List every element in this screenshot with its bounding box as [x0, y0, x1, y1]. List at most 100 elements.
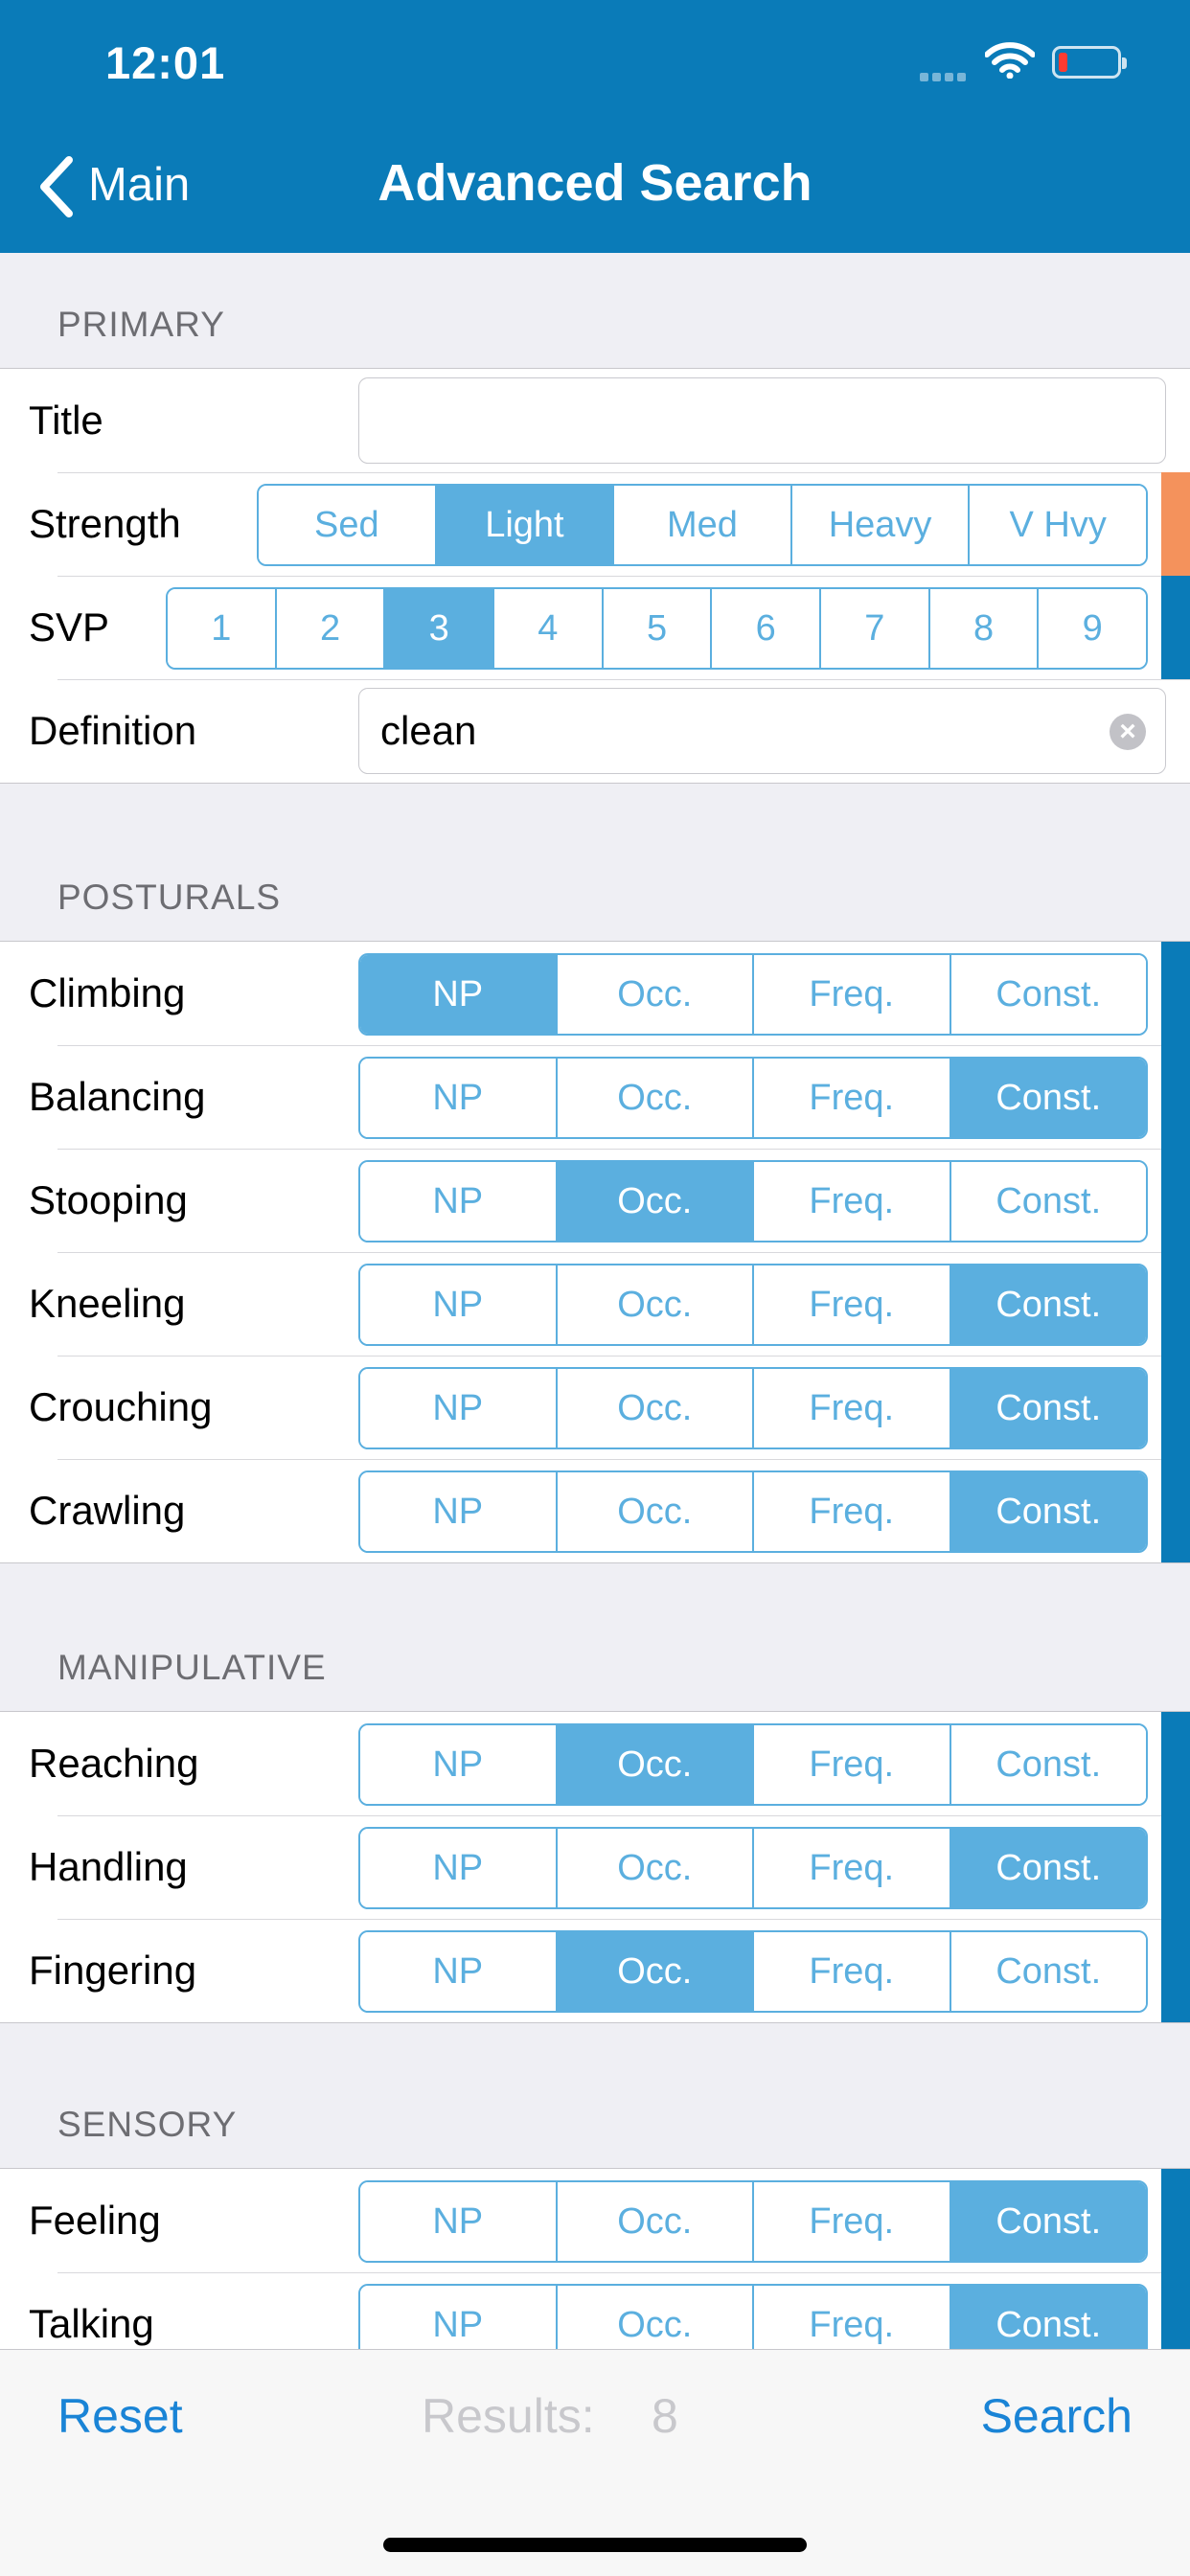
home-indicator — [383, 2538, 807, 2552]
search-button[interactable]: Search — [981, 2388, 1133, 2444]
definition-field[interactable]: clean × — [358, 688, 1166, 774]
cellular-signal-icon — [920, 69, 970, 86]
strength-label: Strength — [29, 501, 181, 546]
navigation-bar: 12:01 Main Advanced Search — [0, 0, 1190, 253]
balancing-option-np[interactable]: NP — [360, 1059, 556, 1137]
stooping-option-const[interactable]: Const. — [949, 1162, 1146, 1241]
definition-row: Definition clean × — [0, 679, 1190, 783]
strength-option-heavy[interactable]: Heavy — [790, 486, 969, 564]
balancing-frequency-control: NP Occ. Freq. Const. — [358, 1057, 1148, 1139]
handling-option-const[interactable]: Const. — [949, 1829, 1146, 1907]
kneeling-row: Kneeling NP Occ. Freq. Const. — [0, 1252, 1190, 1356]
balancing-option-const[interactable]: Const. — [949, 1059, 1146, 1137]
crawling-option-freq[interactable]: Freq. — [752, 1472, 950, 1551]
strength-option-sed[interactable]: Sed — [259, 486, 435, 564]
crouching-option-occ[interactable]: Occ. — [555, 1369, 752, 1448]
title-field[interactable] — [358, 377, 1166, 464]
reaching-accent-bar — [1161, 1712, 1190, 1815]
climbing-row: Climbing NP Occ. Freq. Const. — [0, 942, 1190, 1045]
balancing-option-freq[interactable]: Freq. — [752, 1059, 950, 1137]
strength-option-v-hvy[interactable]: V Hvy — [968, 486, 1146, 564]
title-label: Title — [29, 398, 103, 443]
kneeling-option-np[interactable]: NP — [360, 1265, 556, 1344]
svp-option-4[interactable]: 4 — [492, 589, 602, 668]
results-label: Results: — [422, 2389, 595, 2443]
kneeling-option-freq[interactable]: Freq. — [752, 1265, 950, 1344]
stooping-option-freq[interactable]: Freq. — [752, 1162, 950, 1241]
fingering-frequency-control: NP Occ. Freq. Const. — [358, 1930, 1148, 2013]
svp-option-5[interactable]: 5 — [601, 589, 711, 668]
climbing-accent-bar — [1161, 942, 1190, 1045]
kneeling-label: Kneeling — [29, 1281, 186, 1326]
clear-icon[interactable]: × — [1110, 714, 1146, 750]
svp-segmented-control: 123456789 — [166, 587, 1148, 670]
kneeling-option-occ[interactable]: Occ. — [555, 1265, 752, 1344]
climbing-option-freq[interactable]: Freq. — [752, 955, 950, 1034]
svp-option-7[interactable]: 7 — [819, 589, 928, 668]
climbing-frequency-control: NP Occ. Freq. Const. — [358, 953, 1148, 1036]
climbing-option-const[interactable]: Const. — [949, 955, 1146, 1034]
reaching-frequency-control: NP Occ. Freq. Const. — [358, 1723, 1148, 1806]
reaching-option-freq[interactable]: Freq. — [752, 1725, 950, 1804]
climbing-option-occ[interactable]: Occ. — [555, 955, 752, 1034]
crawling-frequency-control: NP Occ. Freq. Const. — [358, 1470, 1148, 1553]
strength-accent-bar — [1161, 472, 1190, 576]
balancing-row: Balancing NP Occ. Freq. Const. — [0, 1045, 1190, 1149]
feeling-accent-bar — [1161, 2169, 1190, 2272]
strength-row: Strength Sed Light Med Heavy V Hvy — [0, 472, 1190, 576]
crouching-option-const[interactable]: Const. — [949, 1369, 1146, 1448]
crawling-option-occ[interactable]: Occ. — [555, 1472, 752, 1551]
status-time: 12:01 — [105, 37, 226, 88]
stooping-option-occ[interactable]: Occ. — [555, 1162, 752, 1241]
svp-label: SVP — [29, 604, 110, 650]
svp-option-8[interactable]: 8 — [927, 589, 1038, 668]
strength-option-light[interactable]: Light — [434, 486, 613, 564]
definition-label: Definition — [29, 708, 197, 753]
sensory-group: Feeling NP Occ. Freq. Const. Talking NP Occ. Fre… — [0, 2168, 1190, 2377]
crawling-option-np[interactable]: NP — [360, 1472, 556, 1551]
kneeling-frequency-control: NP Occ. Freq. Const. — [358, 1264, 1148, 1346]
kneeling-accent-bar — [1161, 1252, 1190, 1356]
reaching-option-const[interactable]: Const. — [949, 1725, 1146, 1804]
crawling-label: Crawling — [29, 1488, 186, 1533]
crouching-option-freq[interactable]: Freq. — [752, 1369, 950, 1448]
handling-option-freq[interactable]: Freq. — [752, 1829, 950, 1907]
reaching-label: Reaching — [29, 1741, 199, 1786]
crouching-label: Crouching — [29, 1384, 213, 1429]
feeling-row: Feeling NP Occ. Freq. Const. — [0, 2169, 1190, 2272]
handling-option-np[interactable]: NP — [360, 1829, 556, 1907]
handling-option-occ[interactable]: Occ. — [555, 1829, 752, 1907]
reaching-option-np[interactable]: NP — [360, 1725, 556, 1804]
svp-option-1[interactable]: 1 — [168, 589, 275, 668]
balancing-option-occ[interactable]: Occ. — [555, 1059, 752, 1137]
svp-option-2[interactable]: 2 — [274, 589, 384, 668]
feeling-label: Feeling — [29, 2198, 161, 2243]
primary-group: Title Strength Sed Light Med Heavy V Hvy SVP… — [0, 368, 1190, 784]
stooping-option-np[interactable]: NP — [360, 1162, 556, 1241]
fingering-option-np[interactable]: NP — [360, 1932, 556, 2011]
bottom-toolbar: Reset Results: 8 Search — [0, 2349, 1190, 2576]
climbing-option-np[interactable]: NP — [360, 955, 556, 1034]
strength-option-med[interactable]: Med — [612, 486, 790, 564]
feeling-option-occ[interactable]: Occ. — [555, 2182, 752, 2261]
fingering-option-freq[interactable]: Freq. — [752, 1932, 950, 2011]
svp-option-6[interactable]: 6 — [710, 589, 820, 668]
stooping-label: Stooping — [29, 1177, 188, 1222]
fingering-option-occ[interactable]: Occ. — [555, 1932, 752, 2011]
kneeling-option-const[interactable]: Const. — [949, 1265, 1146, 1344]
crouching-row: Crouching NP Occ. Freq. Const. — [0, 1356, 1190, 1459]
crawling-option-const[interactable]: Const. — [949, 1472, 1146, 1551]
reaching-option-occ[interactable]: Occ. — [555, 1725, 752, 1804]
feeling-option-np[interactable]: NP — [360, 2182, 556, 2261]
fingering-option-const[interactable]: Const. — [949, 1932, 1146, 2011]
definition-value: clean — [380, 708, 477, 753]
feeling-option-const[interactable]: Const. — [949, 2182, 1146, 2261]
crouching-accent-bar — [1161, 1356, 1190, 1459]
results-count: 8 — [652, 2389, 678, 2443]
feeling-option-freq[interactable]: Freq. — [752, 2182, 950, 2261]
svp-option-3[interactable]: 3 — [383, 589, 493, 668]
svp-option-9[interactable]: 9 — [1037, 589, 1146, 668]
crouching-option-np[interactable]: NP — [360, 1369, 556, 1448]
reset-button[interactable]: Reset — [57, 2388, 183, 2444]
handling-row: Handling NP Occ. Freq. Const. — [0, 1815, 1190, 1919]
